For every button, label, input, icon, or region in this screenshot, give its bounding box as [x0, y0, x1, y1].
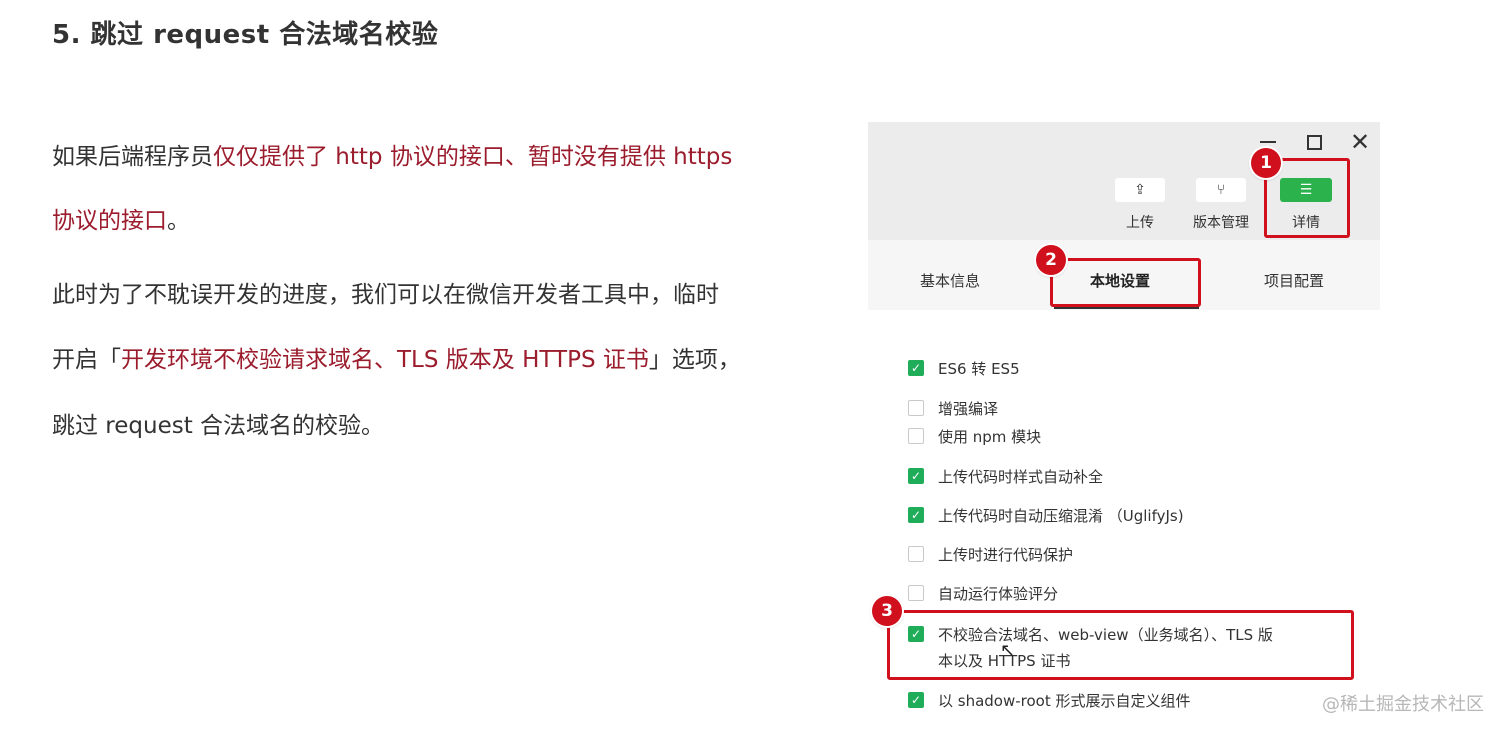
maximize-button[interactable]: [1300, 128, 1328, 156]
annotation-box-2: [1050, 258, 1201, 307]
option-label: 上传代码时自动压缩混淆 （UglifyJs): [938, 506, 1184, 525]
p2-line2-suffix: 」选项，: [648, 347, 741, 373]
option-es6[interactable]: ✓ ES6 转 ES5: [908, 358, 1020, 378]
option-label: 使用 npm 模块: [938, 427, 1042, 446]
checkbox-unchecked-icon[interactable]: [908, 585, 924, 601]
option-shadow-root[interactable]: ✓ 以 shadow-root 形式展示自定义组件: [908, 690, 1191, 710]
p1-prefix: 如果后端程序员: [52, 144, 213, 170]
upload-button[interactable]: ⇪ 上传: [1100, 178, 1180, 232]
option-label: 上传时进行代码保护: [938, 545, 1074, 564]
checkbox-checked-icon[interactable]: ✓: [908, 360, 924, 376]
option-npm[interactable]: 使用 npm 模块: [908, 426, 1041, 446]
checkbox-unchecked-icon[interactable]: [908, 546, 924, 562]
option-style-autocomplete[interactable]: ✓ 上传代码时样式自动补全: [908, 466, 1103, 486]
option-label: 以 shadow-root 形式展示自定义组件: [938, 691, 1191, 710]
option-code-protect[interactable]: 上传时进行代码保护: [908, 544, 1073, 564]
option-minify[interactable]: ✓ 上传代码时自动压缩混淆 （UglifyJs): [908, 505, 1184, 525]
version-manage-button[interactable]: ⑂ 版本管理: [1181, 178, 1261, 232]
p2-line2-prefix: 开启「: [52, 347, 121, 373]
option-label: ES6 转 ES5: [938, 359, 1020, 378]
annotation-badge-3: 3: [872, 596, 902, 626]
paragraph-2-line-2: 开启「开发环境不校验请求域名、TLS 版本及 HTTPS 证书」选项，: [52, 345, 741, 375]
annotation-badge-1: 1: [1251, 148, 1281, 178]
checkbox-checked-icon[interactable]: ✓: [908, 507, 924, 523]
option-auto-score[interactable]: 自动运行体验评分: [908, 583, 1058, 603]
upload-label: 上传: [1126, 215, 1154, 231]
tab-basic-info[interactable]: 基本信息: [920, 270, 980, 291]
p1-suffix: 。: [167, 208, 190, 234]
p1-line2-highlight: 协议的接口: [52, 208, 167, 234]
watermark: @稀土掘金技术社区: [1322, 694, 1484, 715]
upload-icon: ⇪: [1115, 178, 1165, 202]
checkbox-checked-icon[interactable]: ✓: [908, 468, 924, 484]
version-label: 版本管理: [1193, 215, 1249, 231]
close-button[interactable]: ✕: [1346, 128, 1374, 156]
paragraph-1-line-2: 协议的接口。: [52, 206, 190, 236]
option-label: 上传代码时样式自动补全: [938, 467, 1104, 486]
checkbox-unchecked-icon[interactable]: [908, 400, 924, 416]
paragraph-2-line-3: 跳过 request 合法域名的校验。: [52, 413, 385, 439]
slide-title: 5. 跳过 request 合法域名校验: [52, 20, 439, 50]
p1-highlight: 仅仅提供了 http 协议的接口、暂时没有提供 https: [213, 144, 733, 170]
annotation-badge-2: 2: [1036, 245, 1066, 275]
paragraph-1-line-1: 如果后端程序员仅仅提供了 http 协议的接口、暂时没有提供 https: [52, 142, 732, 172]
maximize-icon: [1306, 134, 1322, 150]
checkbox-checked-icon[interactable]: ✓: [908, 692, 924, 708]
close-icon: ✕: [1349, 128, 1371, 156]
option-label: 自动运行体验评分: [938, 584, 1059, 603]
p2-line2-highlight: 开发环境不校验请求域名、TLS 版本及 HTTPS 证书: [121, 347, 649, 373]
tab-project-config[interactable]: 项目配置: [1264, 270, 1324, 291]
annotation-box-3: [887, 610, 1354, 680]
mouse-cursor-icon: ↖: [1000, 640, 1016, 661]
branch-icon: ⑂: [1196, 178, 1246, 202]
minimize-icon: [1260, 141, 1276, 143]
option-label: 增强编译: [938, 399, 999, 418]
checkbox-unchecked-icon[interactable]: [908, 428, 924, 444]
paragraph-2-line-1: 此时为了不耽误开发的进度，我们可以在微信开发者工具中，临时: [52, 282, 719, 308]
option-enhanced-compile[interactable]: 增强编译: [908, 398, 998, 418]
